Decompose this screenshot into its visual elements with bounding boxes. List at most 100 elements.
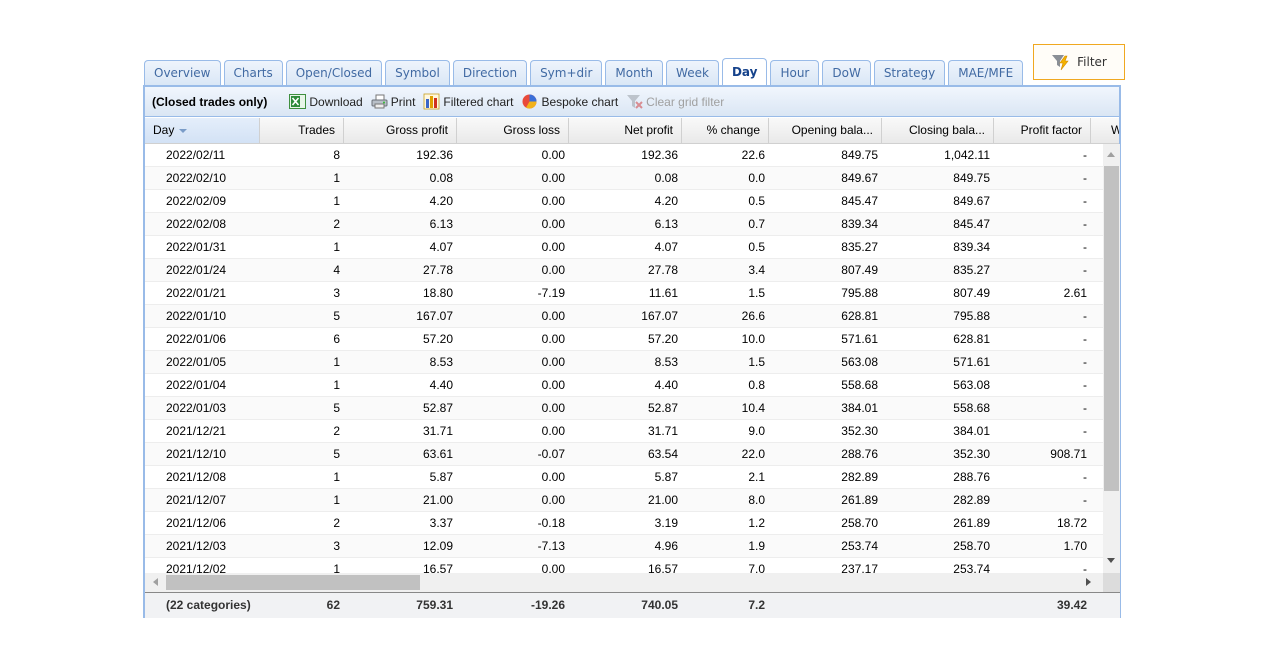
cell-profit-factor: -	[1083, 240, 1087, 254]
tab-sym-dir[interactable]: Sym+dir	[530, 60, 603, 85]
cell-net-profit: 11.61	[648, 286, 678, 300]
filter-button-label: Filter	[1077, 55, 1107, 69]
column-header-gross-loss[interactable]: Gross loss	[457, 118, 569, 143]
table-row[interactable]: 2022/01/03 5 52.87 0.00 52.87 10.4 384.01 558.6…	[145, 397, 1103, 420]
cell-net-profit: 4.07	[654, 240, 678, 254]
cell-closing-balance: 282.89	[953, 493, 990, 507]
cell-gross-loss: 0.00	[541, 401, 565, 415]
column-header-net-profit[interactable]: Net profit	[569, 118, 682, 143]
table-row[interactable]: 2022/01/31 1 4.07 0.00 4.07 0.5 835.27 839.34 -	[145, 236, 1103, 259]
table-row[interactable]: 2022/01/10 5 167.07 0.00 167.07 26.6 628.81 795…	[145, 305, 1103, 328]
cell-day: 2022/02/09	[166, 194, 227, 208]
horizontal-scrollbar[interactable]	[145, 573, 1103, 592]
cell-trades: 3	[333, 286, 340, 300]
cell-closing-balance: 288.76	[953, 470, 990, 484]
cell-day: 2022/01/04	[166, 378, 227, 392]
column-header-profit-factor[interactable]: Profit factor	[994, 118, 1091, 143]
cell-closing-balance: 384.01	[953, 424, 990, 438]
tab-strategy[interactable]: Strategy	[873, 60, 946, 85]
column-header-opening-balance[interactable]: Opening bala...	[769, 118, 882, 143]
tab-open-closed[interactable]: Open/Closed	[285, 60, 383, 85]
filter-lightning-icon	[1052, 55, 1069, 71]
column-header-label: Day	[153, 123, 175, 137]
cell-net-profit: 5.87	[654, 470, 678, 484]
print-button[interactable]: Print	[371, 93, 415, 110]
table-row[interactable]: 2021/12/10 5 63.61 -0.07 63.54 22.0 288.76 352.…	[145, 443, 1103, 466]
cell-gross-profit: 8.53	[429, 355, 453, 369]
cell-closing-balance: 563.08	[953, 378, 990, 392]
scroll-right-arrow-icon[interactable]	[1086, 578, 1091, 586]
cell-pct-change: 0.7	[748, 217, 765, 231]
cell-trades: 1	[333, 194, 340, 208]
cell-pct-change: 0.5	[748, 240, 765, 254]
cell-opening-balance: 849.67	[841, 171, 878, 185]
cell-closing-balance: 835.27	[953, 263, 990, 277]
table-row[interactable]: 2022/01/06 6 57.20 0.00 57.20 10.0 571.61 628.8…	[145, 328, 1103, 351]
scroll-down-arrow-icon[interactable]	[1107, 558, 1115, 563]
summary-opening-balance	[769, 593, 882, 618]
table-row[interactable]: 2022/02/10 1 0.08 0.00 0.08 0.0 849.67 849.75 -	[145, 167, 1103, 190]
cell-trades: 1	[333, 470, 340, 484]
cell-day: 2022/01/10	[166, 309, 227, 323]
table-row[interactable]: 2022/01/21 3 18.80 -7.19 11.61 1.5 795.88 807.4…	[145, 282, 1103, 305]
cell-profit-factor: 1.70	[1063, 539, 1087, 553]
table-row[interactable]: 2021/12/07 1 21.00 0.00 21.00 8.0 261.89 282.89…	[145, 489, 1103, 512]
table-row[interactable]: 2022/02/08 2 6.13 0.00 6.13 0.7 839.34 845.47 -	[145, 213, 1103, 236]
horizontal-scroll-thumb[interactable]	[166, 575, 420, 590]
tab-month[interactable]: Month	[605, 60, 664, 85]
tab-dow[interactable]: DoW	[822, 60, 871, 85]
cell-gross-loss: 0.00	[541, 194, 565, 208]
cell-day: 2022/01/05	[166, 355, 227, 369]
tab-week[interactable]: Week	[666, 60, 719, 85]
table-row[interactable]: 2022/02/09 1 4.20 0.00 4.20 0.5 845.47 849.67 -	[145, 190, 1103, 213]
column-header-day[interactable]: Day	[145, 118, 260, 143]
cell-closing-balance: 849.75	[953, 171, 990, 185]
table-row[interactable]: 2022/01/24 4 27.78 0.00 27.78 3.4 807.49 835.27…	[145, 259, 1103, 282]
table-row[interactable]: 2021/12/06 2 3.37 -0.18 3.19 1.2 258.70 261.89 1…	[145, 512, 1103, 535]
tab-symbol[interactable]: Symbol	[385, 60, 450, 85]
cell-day: 2022/01/06	[166, 332, 227, 346]
cell-gross-profit: 5.87	[429, 470, 453, 484]
cell-trades: 1	[333, 378, 340, 392]
column-header-pct-change[interactable]: % change	[682, 118, 769, 143]
table-row[interactable]: 2022/02/11 8 192.36 0.00 192.36 22.6 849.75 1,0…	[145, 144, 1103, 167]
cell-trades: 3	[333, 539, 340, 553]
vertical-scroll-thumb[interactable]	[1104, 166, 1119, 491]
tab-mae-mfe[interactable]: MAE/MFE	[948, 60, 1024, 85]
cell-pct-change: 1.9	[748, 539, 765, 553]
bespoke-chart-button[interactable]: Bespoke chart	[521, 93, 618, 110]
table-row[interactable]: 2021/12/03 3 12.09 -7.13 4.96 1.9 253.74 258.70…	[145, 535, 1103, 558]
tab-charts[interactable]: Charts	[223, 60, 283, 85]
column-header-label: Wi	[1111, 123, 1119, 137]
table-row[interactable]: 2021/12/02 1 16.57 0.00 16.57 7.0 237.17 253.74…	[145, 558, 1103, 573]
table-row[interactable]: 2021/12/21 2 31.71 0.00 31.71 9.0 352.30 384.01…	[145, 420, 1103, 443]
tab-hour[interactable]: Hour	[770, 60, 820, 85]
column-header-win[interactable]: Wi	[1091, 118, 1119, 143]
clear-grid-filter-label: Clear grid filter	[646, 94, 725, 109]
clear-grid-filter-button[interactable]: Clear grid filter	[626, 93, 724, 110]
cell-opening-balance: 282.89	[841, 470, 878, 484]
tab-overview[interactable]: Overview	[144, 60, 221, 85]
table-row[interactable]: 2022/01/05 1 8.53 0.00 8.53 1.5 563.08 571.61 -	[145, 351, 1103, 374]
cell-gross-loss: 0.00	[541, 493, 565, 507]
cell-closing-balance: 261.89	[953, 516, 990, 530]
scroll-left-arrow-icon[interactable]	[153, 578, 158, 586]
cell-gross-loss: 0.00	[541, 332, 565, 346]
table-row[interactable]: 2021/12/08 1 5.87 0.00 5.87 2.1 282.89 288.76 -	[145, 466, 1103, 489]
column-header-gross-profit[interactable]: Gross profit	[344, 118, 457, 143]
column-header-closing-balance[interactable]: Closing bala...	[882, 118, 994, 143]
printer-icon	[371, 94, 388, 109]
filter-button[interactable]: Filter	[1033, 44, 1125, 80]
vertical-scrollbar[interactable]	[1103, 144, 1120, 573]
tab-day[interactable]: Day	[721, 58, 768, 85]
summary-gross-loss: -19.26	[530, 598, 565, 612]
summary-pct-change: 7.2	[748, 598, 765, 612]
download-button[interactable]: Download	[289, 93, 363, 110]
tab-direction[interactable]: Direction	[452, 60, 528, 85]
column-header-trades[interactable]: Trades	[260, 118, 344, 143]
scroll-up-arrow-icon[interactable]	[1107, 152, 1115, 157]
filtered-chart-button[interactable]: Filtered chart	[423, 93, 513, 110]
cell-pct-change: 1.5	[748, 286, 765, 300]
cell-gross-profit: 4.40	[429, 378, 453, 392]
table-row[interactable]: 2022/01/04 1 4.40 0.00 4.40 0.8 558.68 563.08 -	[145, 374, 1103, 397]
